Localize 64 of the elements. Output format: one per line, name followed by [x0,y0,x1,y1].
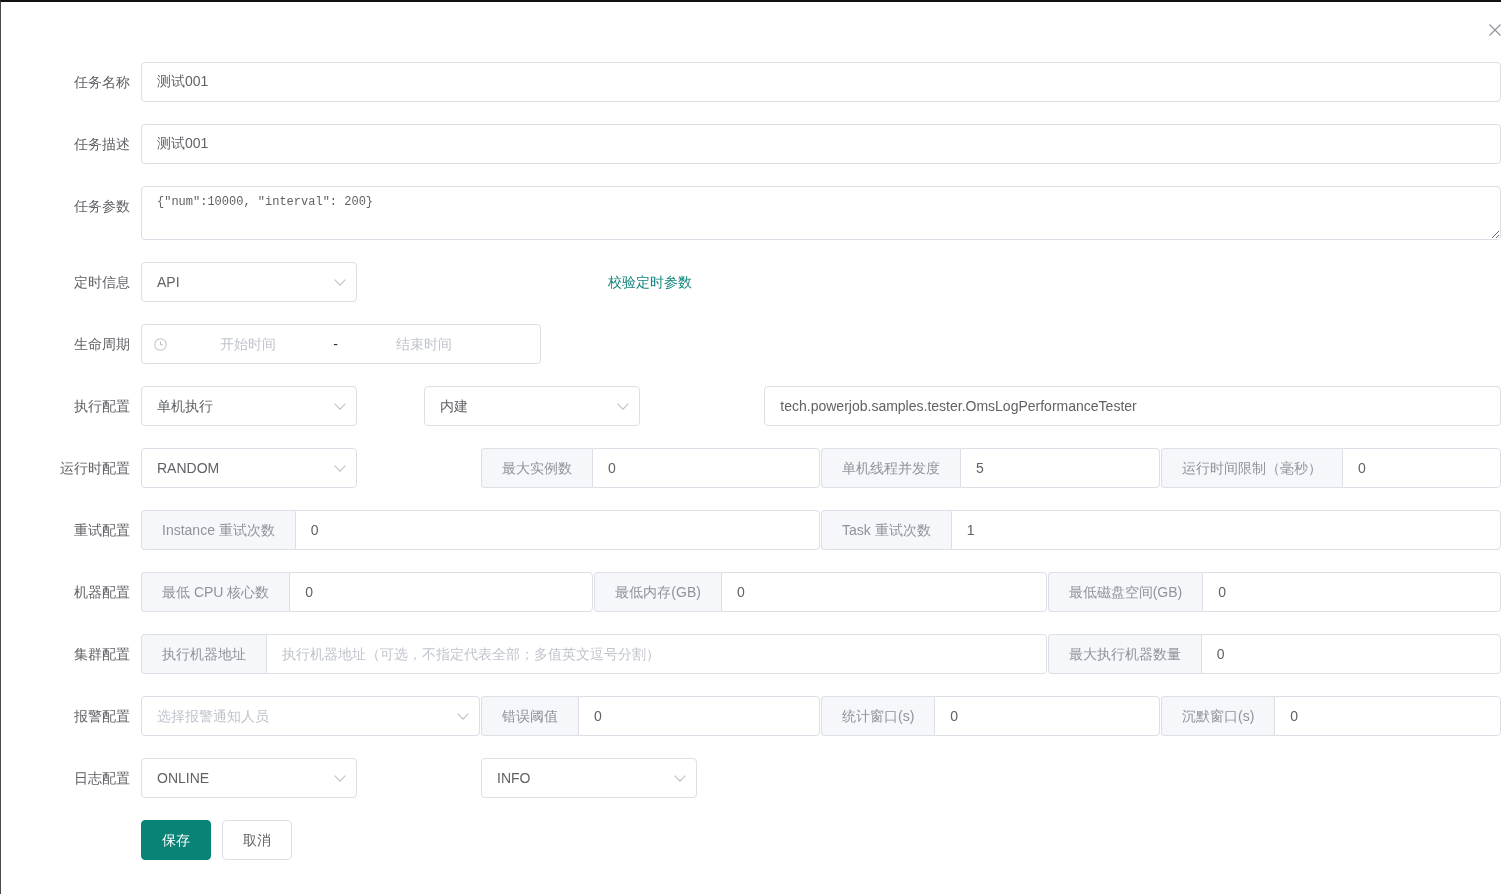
addon-label: 最低磁盘空间(GB) [1047,572,1203,612]
start-time-input[interactable]: 开始时间 [174,333,321,355]
form-label: 机器配置 [73,583,131,602]
chevron-down-icon [457,712,469,720]
text-field[interactable]: 0 [289,572,594,612]
chevron-down-icon [674,774,686,782]
text-field[interactable]: 0 [720,572,1047,612]
form-label: 任务参数 [73,197,131,216]
text-field[interactable]: 1 [950,510,1501,550]
form-label: 任务名称 [73,73,131,92]
addon-label: 最大实例数 [481,448,592,488]
text-field[interactable]: 0 [592,448,820,488]
text-field[interactable]: 测试001 [141,124,1501,164]
chevron-down-icon [334,774,346,782]
clock-icon [154,337,167,351]
date-range-field[interactable]: 开始时间 - 结束时间 [141,324,541,364]
dropdown-select[interactable]: ONLINE [141,758,357,798]
dropdown-select[interactable]: 单机执行 [141,386,357,426]
addon-label: Instance 重试次数 [141,510,295,550]
chevron-down-icon [334,464,346,472]
text-field[interactable]: 5 [960,448,1160,488]
text-field[interactable]: tech.powerjob.samples.tester.OmsLogPerformanceTester [764,386,1501,426]
form-label: 执行配置 [73,397,131,416]
text-field[interactable]: 0 [578,696,820,736]
text-field[interactable]: 执行机器地址（可选，不指定代表全部；多值英文逗号分割） [266,634,1047,674]
save-button[interactable]: 保存 [141,820,211,860]
text-field[interactable]: 0 [934,696,1160,736]
end-time-input[interactable]: 结束时间 [350,333,497,355]
addon-label: 最低内存(GB) [594,572,721,612]
text-field[interactable]: 0 [1274,696,1501,736]
form-label: 运行时配置 [59,459,131,478]
form-label: 重试配置 [73,521,131,540]
close-icon[interactable] [1489,24,1501,36]
textarea-field[interactable]: {"num":10000, "interval": 200} [141,186,1501,240]
text-field[interactable]: 0 [294,510,820,550]
addon-label: 最低 CPU 核心数 [141,572,290,612]
form-label: 任务描述 [73,135,131,154]
dropdown-select[interactable]: API [141,262,357,302]
addon-label: 最大执行机器数量 [1047,634,1201,674]
addon-label: 沉默窗口(s) [1161,696,1275,736]
addon-label: 统计窗口(s) [821,696,935,736]
form-label: 生命周期 [73,335,131,354]
chevron-down-icon [334,402,346,410]
cancel-button[interactable]: 取消 [222,820,292,860]
text-field[interactable]: 测试001 [141,62,1501,102]
chevron-down-icon [617,402,630,410]
addon-label: Task 重试次数 [821,510,951,550]
text-link[interactable]: 校验定时参数 [608,274,693,290]
dropdown-select[interactable]: RANDOM [141,448,357,488]
text-field[interactable]: 0 [1342,448,1501,488]
dropdown-select[interactable]: INFO [481,758,697,798]
text-field[interactable]: 0 [1202,572,1501,612]
form-label: 报警配置 [73,707,131,726]
chevron-down-icon [334,278,346,286]
text-field[interactable]: 0 [1200,634,1501,674]
range-separator: - [333,334,338,354]
addon-label: 错误阈值 [481,696,578,736]
addon-label: 运行时间限制（毫秒） [1161,448,1342,488]
form-label: 集群配置 [73,645,131,664]
addon-label: 单机线程并发度 [821,448,960,488]
form-label: 日志配置 [73,769,131,788]
dropdown-select[interactable]: 内建 [424,386,641,426]
form-label: 定时信息 [73,273,131,292]
addon-label: 执行机器地址 [141,634,266,674]
